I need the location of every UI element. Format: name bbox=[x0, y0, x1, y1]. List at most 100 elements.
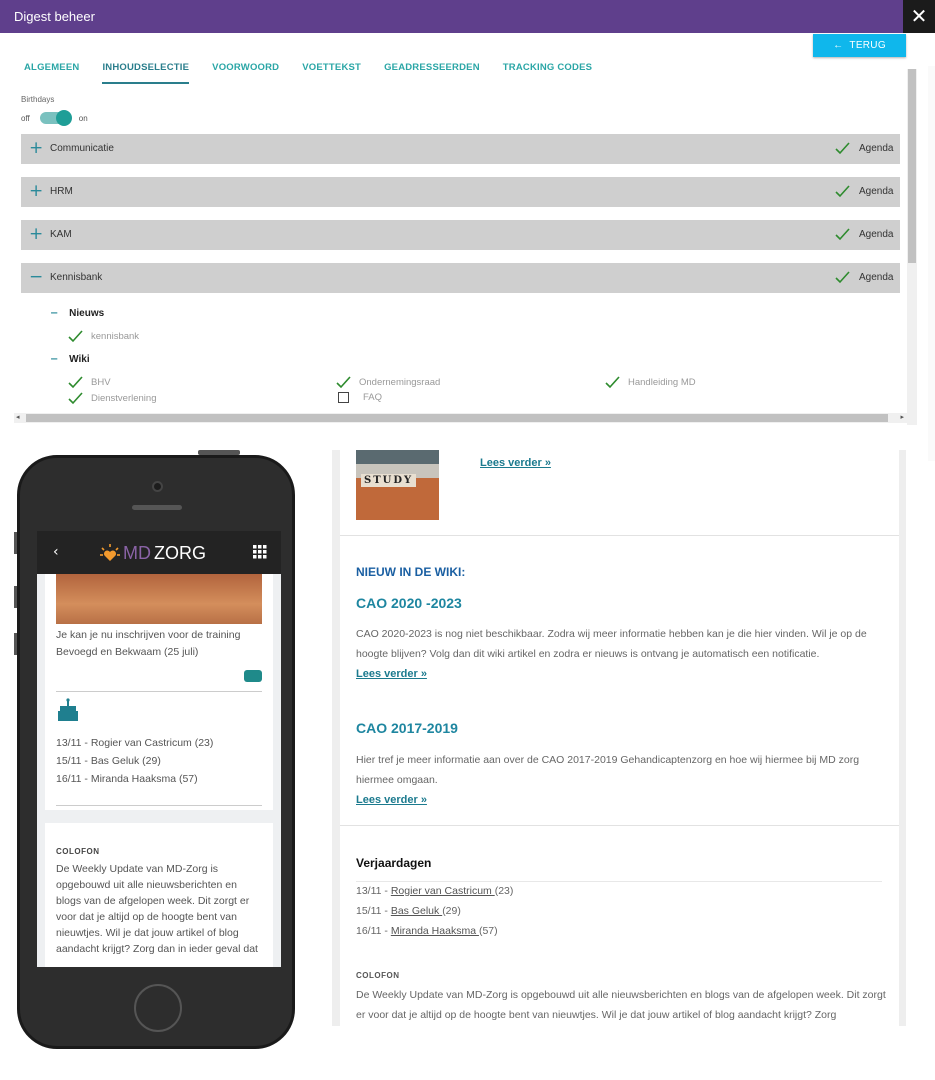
birthday-cake-icon bbox=[58, 698, 78, 721]
birthday-entry: 13/11 - Rogier van Castricum (23) bbox=[356, 885, 513, 897]
separator bbox=[340, 535, 899, 536]
article-title[interactable]: CAO 2017-2019 bbox=[356, 720, 458, 736]
minus-icon: − bbox=[50, 354, 59, 365]
item-dienstverlening[interactable]: Dienstverlening bbox=[68, 392, 156, 405]
colofon-card: COLOFON De Weekly Update van MD-Zorg is … bbox=[45, 823, 273, 967]
item-kennisbank[interactable]: kennisbank bbox=[68, 330, 139, 343]
read-more-link[interactable]: Lees verder » bbox=[356, 668, 427, 680]
home-button[interactable] bbox=[134, 984, 182, 1032]
item-ondernemingsraad[interactable]: Ondernemingsraad bbox=[336, 376, 440, 389]
birthday-line: 15/11 - Bas Geluk (29) bbox=[56, 755, 161, 767]
title-bar: Digest beheer ✕ bbox=[0, 0, 935, 33]
study-word: STUDY bbox=[361, 474, 417, 487]
row-tag: Agenda bbox=[859, 186, 894, 197]
read-more-link[interactable]: Lees verder » bbox=[356, 794, 427, 806]
birthday-entry: 16/11 - Miranda Haaksma (57) bbox=[356, 925, 498, 937]
read-more-link[interactable]: Lees verder » bbox=[480, 457, 551, 469]
item-label: Ondernemingsraad bbox=[359, 377, 441, 388]
item-label: Handleiding MD bbox=[628, 377, 696, 388]
row-communicatie[interactable]: + Communicatie Agenda bbox=[21, 134, 900, 164]
phone-screen: Je kan je nu inschrijven voor de trainin… bbox=[37, 531, 281, 967]
close-icon[interactable]: ✕ bbox=[903, 0, 935, 33]
article-text: Hier tref je meer informatie aan over de… bbox=[356, 754, 860, 786]
email-preview: STUDY Lees verder » NIEUW IN DE WIKI: CA… bbox=[332, 450, 906, 1026]
item-label: kennisbank bbox=[91, 331, 140, 342]
row-tag: Agenda bbox=[859, 272, 894, 283]
check-icon bbox=[835, 185, 850, 198]
article-title[interactable]: CAO 2020 -2023 bbox=[356, 595, 462, 611]
colofon-text: De Weekly Update van MD-Zorg is opgebouw… bbox=[356, 989, 886, 1021]
scroll-right-icon[interactable]: ▸ bbox=[900, 413, 904, 423]
speaker-grill bbox=[132, 505, 182, 510]
row-label: KAM bbox=[50, 229, 72, 240]
tab-algemeen[interactable]: ALGEMEEN bbox=[24, 62, 79, 84]
check-icon bbox=[605, 376, 620, 389]
row-label: HRM bbox=[50, 186, 73, 197]
tab-inhoudselectie[interactable]: INHOUDSELECTIE bbox=[102, 62, 190, 84]
tab-voorwoord[interactable]: VOORWOORD bbox=[212, 62, 279, 84]
colofon-text: De Weekly Update van MD-Zorg is opgebouw… bbox=[56, 863, 258, 955]
tab-voettekst[interactable]: VOETTEKST bbox=[302, 62, 361, 84]
birthdays-toggle-row: off on bbox=[21, 110, 88, 126]
birthday-entry: 15/11 - Bas Geluk (29) bbox=[356, 905, 461, 917]
birthday-name-link[interactable]: Miranda Haaksma bbox=[391, 925, 479, 937]
birthday-name-link[interactable]: Rogier van Castricum bbox=[391, 885, 495, 897]
item-label: BHV bbox=[91, 377, 111, 388]
wiki-group-header[interactable]: − Wiki bbox=[50, 354, 90, 365]
check-icon bbox=[68, 392, 83, 405]
camera-icon bbox=[152, 481, 163, 492]
item-handleiding-md[interactable]: Handleiding MD bbox=[605, 376, 696, 389]
vertical-scrollbar[interactable] bbox=[907, 69, 917, 425]
item-faq[interactable]: FAQ bbox=[338, 392, 382, 403]
birthday-date: 15/11 - bbox=[356, 905, 391, 917]
row-hrm[interactable]: + HRM Agenda bbox=[21, 177, 900, 207]
row-label: Communicatie bbox=[50, 143, 114, 154]
phone-body: Je kan je nu inschrijven voor de trainin… bbox=[17, 455, 295, 1049]
colofon-heading: COLOFON bbox=[356, 971, 400, 980]
window-title: Digest beheer bbox=[14, 9, 95, 24]
nieuws-group-header[interactable]: − Nieuws bbox=[50, 308, 104, 319]
chat-icon[interactable] bbox=[244, 670, 262, 682]
phone-mockup: Je kan je nu inschrijven voor de trainin… bbox=[14, 450, 297, 1050]
birthday-line: 16/11 - Miranda Haaksma (57) bbox=[56, 773, 198, 785]
plus-icon[interactable]: + bbox=[29, 182, 43, 200]
item-label: Dienstverlening bbox=[91, 393, 157, 404]
row-label: Kennisbank bbox=[50, 272, 103, 283]
admin-panel: ← TERUG ALGEMEEN INHOUDSELECTIE VOORWOOR… bbox=[0, 33, 935, 461]
scrollbar-thumb[interactable] bbox=[26, 414, 888, 422]
check-icon bbox=[336, 376, 351, 389]
edge-strip bbox=[928, 66, 935, 461]
item-label: FAQ bbox=[363, 392, 383, 403]
scrollbar-thumb[interactable] bbox=[908, 69, 916, 263]
row-kam[interactable]: + KAM Agenda bbox=[21, 220, 900, 250]
training-text: Je kan je nu inschrijven voor de trainin… bbox=[56, 629, 241, 658]
horizontal-scrollbar[interactable]: ◂ ▸ bbox=[14, 413, 907, 423]
chevron-left-icon[interactable]: ‹ bbox=[53, 544, 59, 560]
tab-tracking-codes[interactable]: TRACKING CODES bbox=[503, 62, 592, 84]
check-icon bbox=[835, 142, 850, 155]
tab-bar: ALGEMEEN INHOUDSELECTIE VOORWOORD VOETTE… bbox=[24, 62, 615, 84]
divider bbox=[56, 805, 262, 806]
heart-sun-icon bbox=[100, 543, 120, 561]
birthday-age: (29) bbox=[442, 905, 461, 917]
brand-md: MD bbox=[123, 543, 151, 563]
back-button[interactable]: ← TERUG bbox=[813, 34, 906, 57]
training-card: Je kan je nu inschrijven voor de trainin… bbox=[45, 574, 273, 810]
wiki-label: Wiki bbox=[69, 354, 90, 365]
scroll-left-icon[interactable]: ◂ bbox=[16, 413, 20, 423]
item-bhv[interactable]: BHV bbox=[68, 376, 111, 389]
birthday-age: (23) bbox=[494, 885, 514, 897]
check-icon bbox=[68, 376, 83, 389]
plus-icon[interactable]: + bbox=[29, 139, 43, 157]
birthdays-toggle[interactable] bbox=[39, 110, 72, 126]
birthday-name-link[interactable]: Bas Geluk bbox=[391, 905, 442, 917]
birthdays-heading: Verjaardagen bbox=[356, 856, 432, 870]
birthday-date: 16/11 - bbox=[356, 925, 391, 937]
grid-menu-icon[interactable] bbox=[253, 545, 267, 559]
tab-geadresseerden[interactable]: GEADRESSEERDEN bbox=[384, 62, 480, 84]
plus-icon[interactable]: + bbox=[29, 225, 43, 243]
row-kennisbank[interactable]: − Kennisbank Agenda bbox=[21, 263, 900, 293]
toggle-on-label: on bbox=[78, 113, 88, 123]
checkbox-empty[interactable] bbox=[338, 392, 349, 403]
minus-icon[interactable]: − bbox=[29, 268, 43, 286]
